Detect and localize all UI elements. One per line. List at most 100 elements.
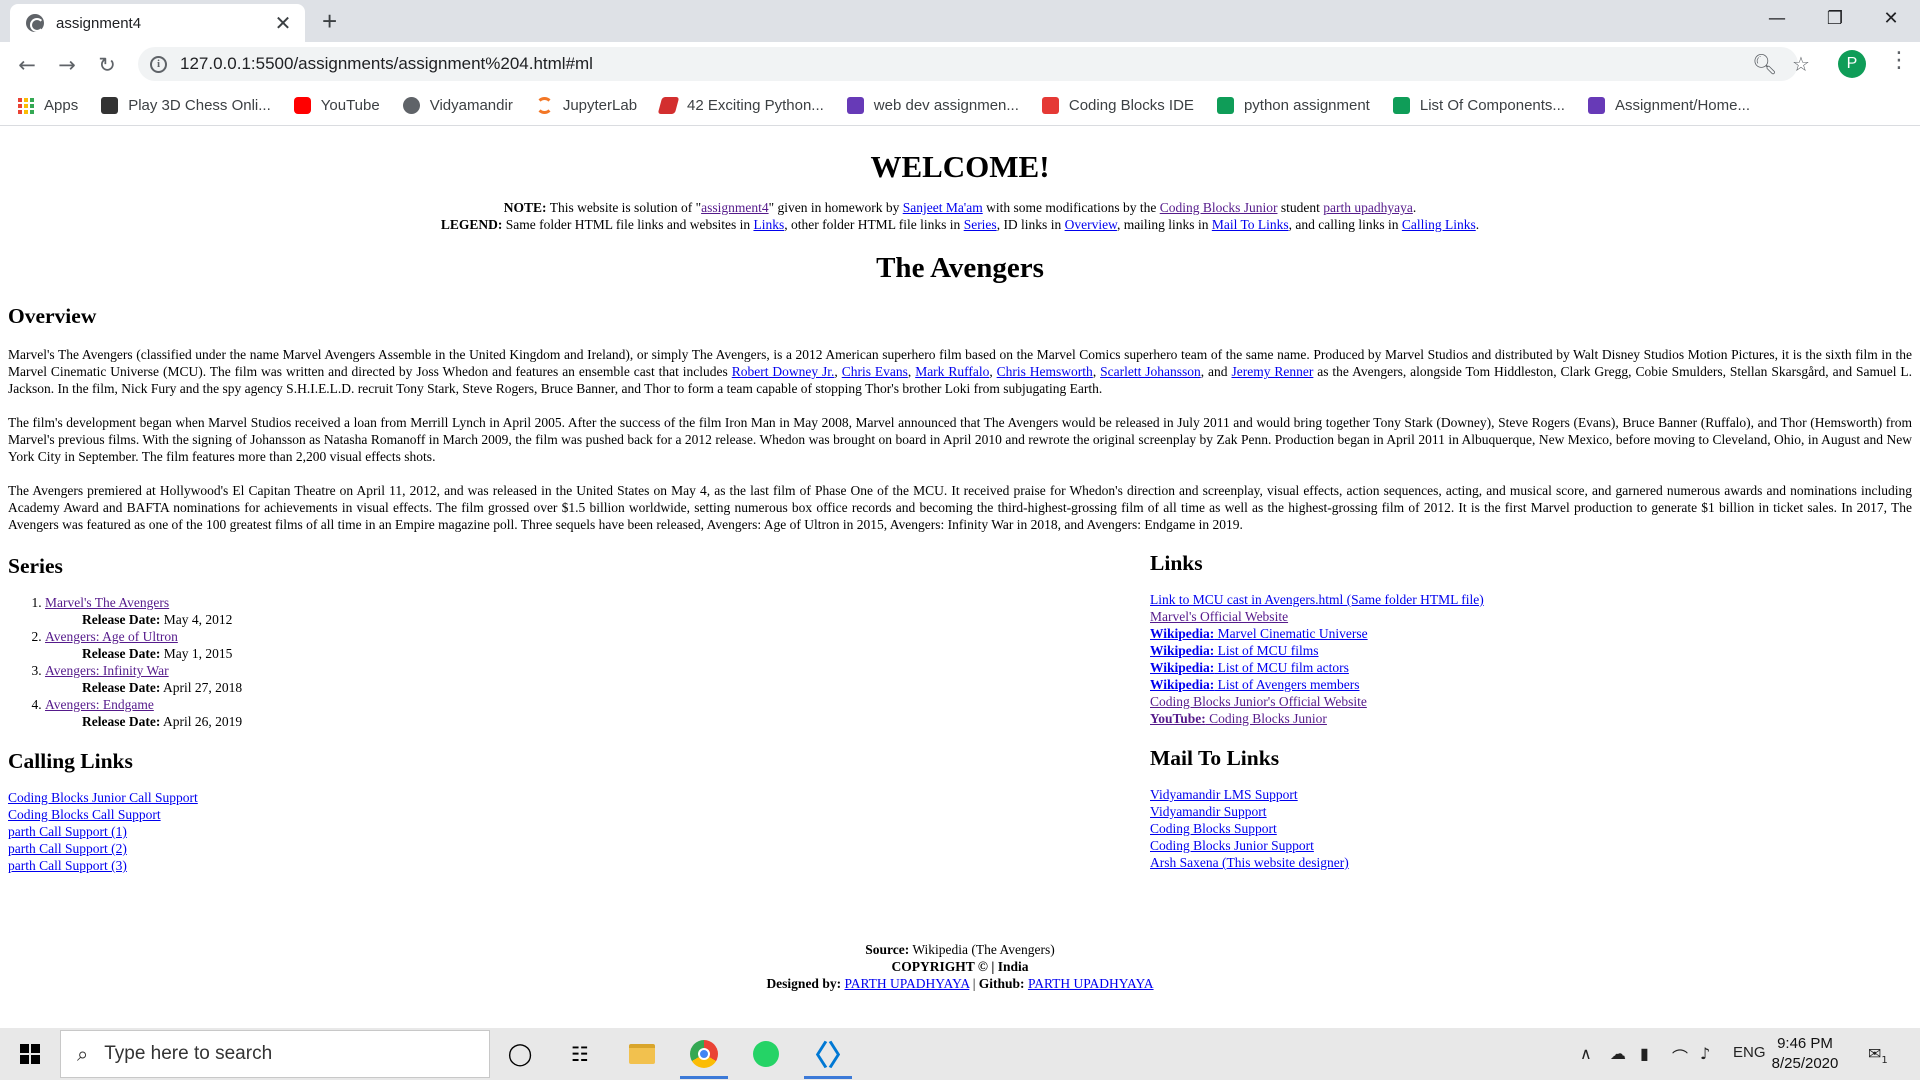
show-hidden-icons-icon[interactable]: ∧ [1580, 1044, 1592, 1063]
close-tab-icon[interactable]: ✕ [273, 11, 293, 36]
bookmark-youtube[interactable]: YouTube [293, 97, 380, 114]
call-link[interactable]: parth Call Support (3) [8, 858, 127, 873]
bookmark-cb-ide[interactable]: Coding Blocks IDE [1041, 97, 1194, 114]
wifi-icon[interactable]: ⌒ [1672, 1044, 1688, 1068]
windows-icon [20, 1044, 40, 1064]
browser-toolbar: ← → ↻ i 127.0.0.1:5500/assignments/assig… [0, 42, 1920, 86]
bookmark-python-assignment[interactable]: python assignment [1216, 97, 1370, 114]
student-link[interactable]: parth upadhyaya [1323, 200, 1413, 215]
search-placeholder: Type here to search [104, 1043, 273, 1064]
assignment-link[interactable]: assignment4 [701, 200, 769, 215]
series-link[interactable]: Avengers: Endgame [45, 697, 154, 712]
link-item[interactable]: Link to MCU cast in Avengers.html (Same … [1150, 592, 1484, 607]
link-item[interactable]: Wikipedia: List of MCU film actors [1150, 660, 1349, 675]
onedrive-icon[interactable]: ☁ [1610, 1044, 1626, 1063]
teacher-link[interactable]: Sanjeet Ma'am [903, 200, 983, 215]
back-icon[interactable]: ← [12, 50, 42, 80]
bookmark-jupyterlab[interactable]: JupyterLab [535, 97, 637, 114]
chrome-icon[interactable] [686, 1036, 722, 1072]
cbj-link[interactable]: Coding Blocks Junior [1160, 200, 1278, 215]
info-icon[interactable]: i [150, 55, 167, 73]
mail-link[interactable]: Coding Blocks Junior Support [1150, 838, 1314, 853]
bookmark-chess[interactable]: Play 3D Chess Onli... [101, 97, 271, 114]
notification-center-icon[interactable]: ✉1 [1868, 1044, 1888, 1066]
series-link[interactable]: Avengers: Infinity War [45, 663, 169, 678]
list-item: Coding Blocks Support [1150, 820, 1910, 837]
cast-link[interactable]: Robert Downey Jr. [732, 364, 835, 379]
link-item[interactable]: Marvel's Official Website [1150, 609, 1288, 624]
taskbar-search[interactable]: ⌕ Type here to search [60, 1030, 490, 1078]
new-tab-button[interactable]: + [322, 6, 337, 37]
mail-link[interactable]: Vidyamandir LMS Support [1150, 787, 1298, 802]
legend-links-link[interactable]: Links [753, 217, 784, 232]
bookmark-vidyamandir[interactable]: Vidyamandir [402, 97, 513, 114]
clock[interactable]: 9:46 PM 8/25/2020 [1755, 1034, 1855, 1074]
release-label: Release Date: [82, 646, 161, 661]
legend-calling-link[interactable]: Calling Links [1402, 217, 1476, 232]
vscode-icon[interactable]: 〈〉 [800, 1036, 856, 1072]
address-bar[interactable]: i 127.0.0.1:5500/assignments/assignment%… [138, 47, 1798, 81]
series-link[interactable]: Avengers: Age of Ultron [45, 629, 178, 644]
link-item[interactable]: Wikipedia: Marvel Cinematic Universe [1150, 626, 1368, 641]
bookmark-star-icon[interactable]: ☆ [1792, 52, 1810, 76]
bookmark-label: Vidyamandir [429, 97, 513, 114]
cast-link[interactable]: Jeremy Renner [1231, 364, 1313, 379]
github-link[interactable]: PARTH UPADHYAYA [1028, 976, 1154, 991]
minimize-icon[interactable]: — [1748, 0, 1806, 36]
legend-mail-link[interactable]: Mail To Links [1212, 217, 1289, 232]
legend-series-link[interactable]: Series [964, 217, 997, 232]
apps-grid-icon [18, 97, 34, 114]
profile-avatar[interactable]: P [1838, 50, 1866, 78]
series-link[interactable]: Marvel's The Avengers [45, 595, 169, 610]
cast-link[interactable]: Mark Ruffalo [915, 364, 989, 379]
mail-link[interactable]: Vidyamandir Support [1150, 804, 1267, 819]
link-item[interactable]: Wikipedia: List of MCU films [1150, 643, 1319, 658]
tab-title: assignment4 [56, 14, 142, 32]
whatsapp-icon[interactable] [748, 1036, 784, 1072]
bookmark-assignment-home[interactable]: Assignment/Home... [1587, 97, 1750, 114]
forward-icon[interactable]: → [52, 50, 82, 80]
bookmark-webdev[interactable]: web dev assignmen... [846, 97, 1019, 114]
list-item: YouTube: Coding Blocks Junior [1150, 710, 1910, 727]
globe-icon [402, 97, 420, 114]
task-view-icon[interactable]: ☷ [562, 1036, 598, 1072]
list-item: Coding Blocks Junior Support [1150, 837, 1910, 854]
volume-icon[interactable]: ♪ [1700, 1044, 1710, 1063]
battery-icon[interactable]: ▮ [1640, 1044, 1649, 1063]
bookmark-components[interactable]: List Of Components... [1392, 97, 1565, 114]
restore-icon[interactable]: ❐ [1806, 0, 1864, 36]
call-link[interactable]: parth Call Support (2) [8, 841, 127, 856]
link-text: Marvel Cinematic Universe [1214, 626, 1368, 641]
call-link[interactable]: parth Call Support (1) [8, 824, 127, 839]
url-text[interactable]: 127.0.0.1:5500/assignments/assignment%20… [180, 54, 593, 74]
link-text: Link to MCU cast in Avengers.html (Same … [1150, 592, 1484, 607]
link-item[interactable]: YouTube: Coding Blocks Junior [1150, 711, 1327, 726]
list-item: Coding Blocks Junior Call Support [8, 789, 1138, 806]
menu-icon[interactable]: ⋮ [1888, 48, 1910, 73]
window-close-icon[interactable]: ✕ [1862, 0, 1920, 36]
legend-overview-link[interactable]: Overview [1065, 217, 1117, 232]
mail-link[interactable]: Coding Blocks Support [1150, 821, 1277, 836]
designer-link[interactable]: PARTH UPADHYAYA [844, 976, 969, 991]
bookmark-apps[interactable]: Apps [18, 97, 78, 114]
zoom-icon[interactable]: 🔍︎ [1752, 52, 1777, 76]
file-explorer-icon[interactable] [624, 1036, 660, 1072]
reload-icon[interactable]: ↻ [92, 50, 122, 80]
source-text: Wikipedia (The Avengers) [909, 942, 1055, 957]
notification-count: 1 [1881, 1055, 1888, 1067]
link-item[interactable]: Wikipedia: List of Avengers members [1150, 677, 1360, 692]
list-item: Arsh Saxena (This website designer) [1150, 854, 1910, 871]
cast-link[interactable]: Chris Hemsworth [997, 364, 1093, 379]
link-item[interactable]: Coding Blocks Junior's Official Website [1150, 694, 1367, 709]
cast-link[interactable]: Chris Evans [842, 364, 908, 379]
right-column: Links Link to MCU cast in Avengers.html … [1150, 550, 1910, 871]
browser-tab[interactable]: assignment4 ✕ [10, 4, 305, 42]
cortana-icon[interactable]: ◯ [502, 1036, 538, 1072]
cast-link[interactable]: Scarlett Johansson [1100, 364, 1201, 379]
call-link[interactable]: Coding Blocks Call Support [8, 807, 161, 822]
release-date: Release Date: May 1, 2015 [45, 645, 1138, 662]
mail-link[interactable]: Arsh Saxena (This website designer) [1150, 855, 1349, 870]
call-link[interactable]: Coding Blocks Junior Call Support [8, 790, 198, 805]
bookmark-python[interactable]: 42 Exciting Python... [657, 97, 824, 114]
start-button[interactable] [0, 1028, 60, 1080]
